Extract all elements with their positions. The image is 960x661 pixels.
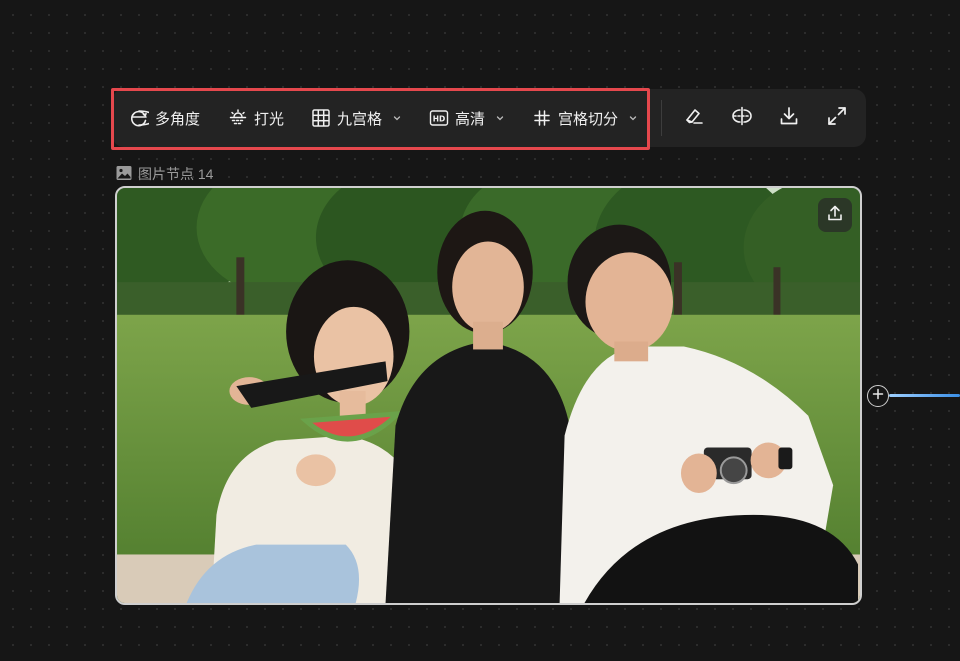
multi-angle-button[interactable]: 多角度 [129, 89, 200, 147]
image-icon [116, 165, 132, 184]
image-node[interactable] [115, 186, 862, 605]
hash-icon [532, 108, 552, 128]
toolbar-divider [661, 100, 662, 136]
download-button[interactable] [773, 102, 805, 134]
lighting-label: 打光 [254, 110, 285, 128]
image-toolbar: 多角度 打光 九宫格 HD 高清 宫格切分 [112, 89, 866, 147]
fullscreen-button[interactable] [821, 102, 853, 134]
photo [117, 188, 860, 603]
lighting-button[interactable]: 打光 [228, 89, 284, 147]
nine-grid-label: 九宫格 [337, 110, 383, 128]
node-title-text: 图片节点 14 [138, 166, 214, 182]
connection-edge [889, 394, 960, 397]
multi-angle-icon [129, 108, 149, 128]
upload-icon [826, 204, 844, 227]
chevron-down-icon [495, 113, 505, 123]
nine-grid-button[interactable]: 九宫格 [311, 89, 402, 147]
eraser-icon [683, 105, 705, 132]
plus-icon [872, 387, 884, 405]
crop-icon [731, 105, 753, 132]
grid-split-label: 宫格切分 [558, 110, 619, 128]
multi-angle-label: 多角度 [155, 110, 201, 128]
chevron-down-icon [392, 113, 402, 123]
fullscreen-icon [826, 105, 848, 132]
lighting-icon [228, 108, 248, 128]
hd-icon: HD [429, 108, 449, 128]
hd-label: 高清 [455, 110, 486, 128]
crop-button[interactable] [726, 102, 758, 134]
node-title: 图片节点 14 [116, 165, 213, 183]
hd-button[interactable]: HD 高清 [429, 89, 505, 147]
eraser-button[interactable] [678, 102, 710, 134]
grid-icon [311, 108, 331, 128]
grid-split-button[interactable]: 宫格切分 [532, 89, 638, 147]
svg-text:HD: HD [433, 114, 446, 123]
chevron-down-icon [628, 113, 638, 123]
add-connection-button[interactable] [867, 385, 889, 407]
upload-button[interactable] [818, 198, 852, 232]
download-icon [778, 105, 800, 132]
